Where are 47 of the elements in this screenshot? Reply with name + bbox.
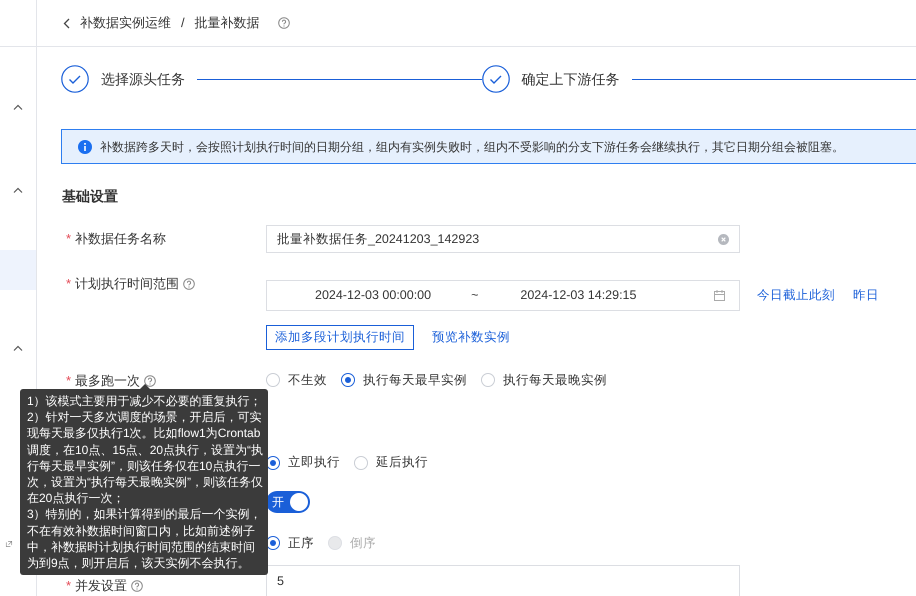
field-label: 并发设置 xyxy=(75,576,128,595)
radio-label: 正序 xyxy=(288,535,314,552)
add-time-button[interactable]: 添加多段计划执行时间 xyxy=(266,325,414,350)
required-mark: * xyxy=(66,275,72,293)
breadcrumb-link[interactable]: 补数据实例运维 xyxy=(80,13,171,33)
field-value: 5 xyxy=(277,572,284,590)
field-label: 计划执行时间范围 xyxy=(75,275,180,293)
start-date: 2024-12-03 00:00:00 xyxy=(315,287,432,304)
radio-label: 立即执行 xyxy=(288,454,340,472)
radio-label: 执行每天最早实例 xyxy=(363,372,467,389)
chevron-up-icon[interactable] xyxy=(13,345,23,351)
field-label: 最多跑一次 xyxy=(75,372,140,390)
radio-button[interactable] xyxy=(341,373,355,388)
calendar-icon xyxy=(714,290,725,301)
tooltip-text: 1）该模式主要用于减少不必要的重复执行； xyxy=(27,393,263,410)
required-mark: * xyxy=(66,372,72,390)
number-field[interactable]: 5 xyxy=(266,564,740,596)
chevron-up-icon[interactable] xyxy=(13,104,23,110)
radio-label: 倒序 xyxy=(350,535,376,552)
range-separator: ~ xyxy=(471,287,478,304)
section-title: 基础设置 xyxy=(62,187,119,206)
info-icon xyxy=(78,140,92,154)
tooltip-text: 3）特别的，如果计算得到的最后一个实例，不在有效补数据时间窗口内，比如前述例子中，补数据时计划执行时间范围的结束时间为到9点，则开启后，该天实例不会执行。 xyxy=(27,506,263,572)
shortcut-link[interactable]: 今日截止此刻 xyxy=(757,286,835,305)
radio-label: 延后执行 xyxy=(376,454,428,472)
radio-label: 执行每天最晚实例 xyxy=(503,372,607,389)
shortcut-link[interactable]: 昨日 xyxy=(853,286,879,305)
help-icon[interactable] xyxy=(144,374,156,386)
field-value: 批量补数据任务_20241203_142923 xyxy=(277,230,480,248)
back-icon[interactable] xyxy=(63,18,70,28)
field-label: 补数据任务名称 xyxy=(75,230,166,248)
alert-text: 补数据跨多天时，会按照计划执行时间的日期分组，组内有实例失败时，组内不受影响的分支下游任务会继续执行，其它日期分组会被阻塞。 xyxy=(100,138,844,156)
step-label: 确定上下游任务 xyxy=(522,70,620,88)
text-field[interactable]: 批量补数据任务_20241203_142923 xyxy=(266,225,740,253)
breadcrumb-separator: / xyxy=(181,14,185,32)
required-mark: * xyxy=(66,576,72,595)
preview-link[interactable]: 预览补数实例 xyxy=(432,328,510,347)
chevron-up-icon[interactable] xyxy=(13,187,23,193)
date-range-field[interactable]: 2024-12-03 00:00:00 ~ 2024-12-03 14:29:15 xyxy=(266,280,740,311)
export-icon[interactable] xyxy=(4,541,14,547)
end-date: 2024-12-03 14:29:15 xyxy=(520,287,636,304)
step-label: 选择源头任务 xyxy=(101,70,185,88)
toggle-switch[interactable]: 开 xyxy=(266,491,310,513)
radio-label: 不生效 xyxy=(288,372,327,389)
breadcrumb-current: 批量补数据 xyxy=(194,14,260,32)
tooltip-text: 2）针对一天多次调度的场景，开启后，可实现每天最多仅执行1次。比如flow1为Crontab调度，在10点、15点、20点执行，设置为“执行每天最早实例”，则该任务仅在10点执行一次，设置为“执行每天最晚实例”，则该任务仅在20点执行一次； xyxy=(27,409,264,506)
required-mark: * xyxy=(66,230,72,248)
